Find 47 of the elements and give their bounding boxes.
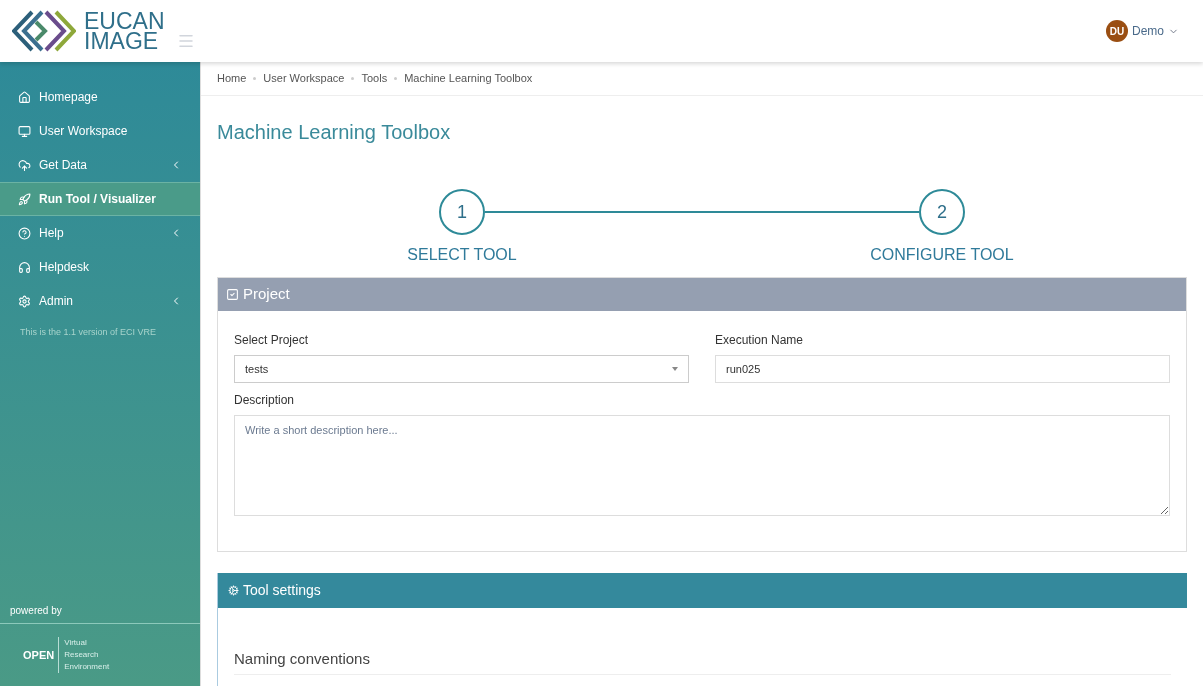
- open-logo-line: Research: [64, 649, 100, 661]
- open-logo-line: Environment: [64, 661, 110, 673]
- user-name[interactable]: Demo: [1132, 22, 1164, 40]
- field-label: Execution Name: [715, 332, 805, 349]
- breadcrumb-link[interactable]: User Workspace: [263, 70, 345, 87]
- logo-text: IMAGE: [84, 31, 159, 51]
- section-heading: Naming conventions: [234, 648, 1171, 675]
- breadcrumb-separator-icon: [394, 77, 398, 80]
- logo-icon: [12, 8, 76, 54]
- step-label: CONFIGURE TOOL: [870, 245, 1014, 265]
- sidebar-item[interactable]: Helpdesk: [0, 250, 200, 284]
- sidebar-item[interactable]: Admin: [0, 284, 200, 318]
- breadcrumb-link[interactable]: Tools: [361, 70, 388, 87]
- menu-icon[interactable]: [176, 32, 195, 50]
- field-label: Select Project: [234, 332, 310, 349]
- page-title: Machine Learning Toolbox: [216, 120, 452, 145]
- home-icon: [18, 90, 31, 104]
- sidebar-item[interactable]: Help: [0, 216, 200, 250]
- cloud-upload-icon: [18, 158, 31, 172]
- sidebar-item[interactable]: Run Tool / Visualizer: [0, 182, 200, 216]
- sidebar-item[interactable]: Get Data: [0, 148, 200, 182]
- help-icon: [18, 226, 31, 240]
- dropdown-caret-icon: [672, 367, 678, 371]
- panel-title: Project: [243, 284, 290, 305]
- user-avatar[interactable]: DU: [1106, 20, 1128, 42]
- step-label: SELECT TOOL: [407, 245, 517, 265]
- headphones-icon: [18, 260, 31, 274]
- checkbox-icon: [226, 288, 239, 301]
- logo-text: EUCAN: [84, 11, 165, 31]
- open-logo-text: OPEN: [23, 647, 55, 663]
- breadcrumb-link[interactable]: Home: [217, 70, 247, 87]
- rocket-icon: [18, 192, 31, 206]
- cogs-icon: [228, 585, 239, 596]
- sidebar-item[interactable]: User Workspace: [0, 114, 200, 148]
- open-logo-line: Virtual: [64, 637, 88, 649]
- panel-title: Tool settings: [243, 581, 321, 600]
- description-field[interactable]: Write a short description here...: [234, 415, 1170, 516]
- field-label: Description: [234, 392, 296, 409]
- breadcrumb-separator-icon: [351, 77, 355, 80]
- monitor-icon: [18, 124, 31, 138]
- version-note: This is the 1.1 version of ECI VRE: [19, 326, 158, 339]
- settings-icon: [18, 294, 31, 308]
- input-field[interactable]: run025: [715, 355, 1170, 383]
- breadcrumb-separator-icon: [253, 77, 257, 80]
- powered-by-label: powered by: [10, 605, 62, 616]
- sidebar-item[interactable]: Homepage: [0, 80, 200, 114]
- select-field[interactable]: tests: [234, 355, 689, 383]
